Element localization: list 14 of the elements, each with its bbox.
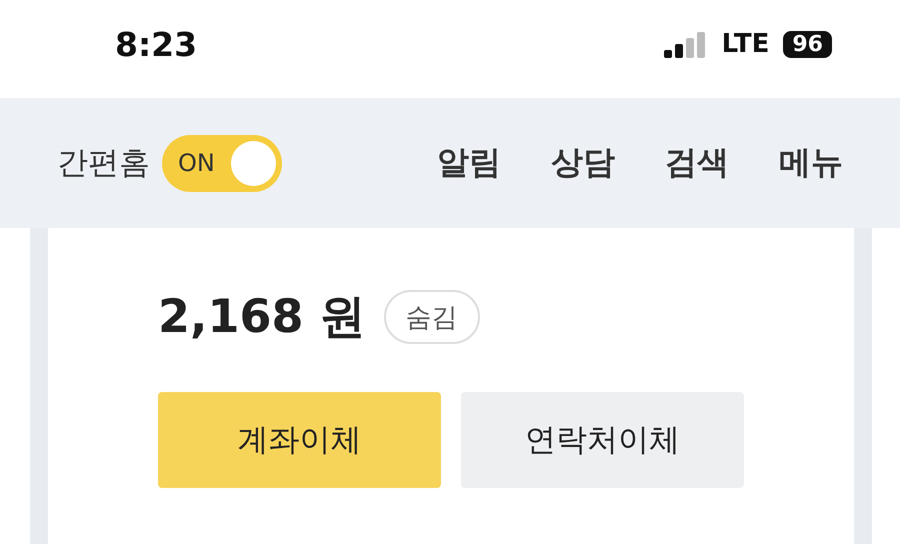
nav-link[interactable]: 검색 [665, 141, 729, 185]
signal-icon [664, 30, 708, 58]
transfer-button[interactable]: 계좌이체 [158, 392, 441, 488]
network-label: LTE [722, 29, 770, 59]
nav-link[interactable]: 메뉴 [779, 141, 843, 185]
battery-level: 96 [783, 30, 832, 58]
nav-link[interactable]: 상담 [551, 141, 615, 185]
header-title: 간편홈 [57, 144, 150, 183]
status-time: 8:23 [115, 24, 198, 64]
transfer-button[interactable]: 연락처이체 [461, 392, 744, 488]
hide-button[interactable]: 숨김 [384, 290, 480, 344]
home-toggle[interactable]: ON [162, 134, 282, 192]
balance-amount: 2,168 원 [158, 288, 366, 345]
nav-link[interactable]: 알림 [437, 141, 501, 185]
